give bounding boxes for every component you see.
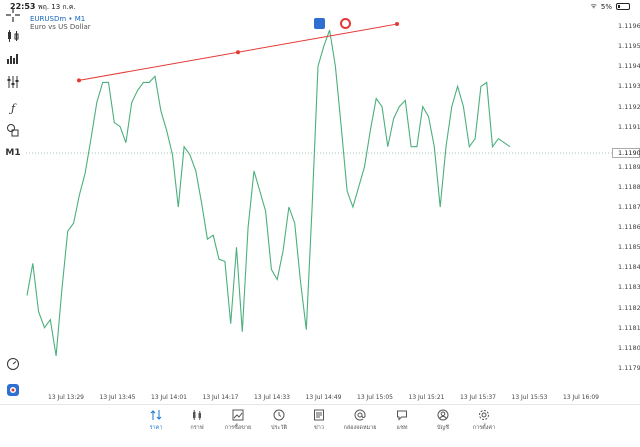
price-tick-label: 1.11860 — [618, 223, 640, 232]
tab-label: แชท — [396, 425, 408, 431]
time-tick-label: 13 Jul 15:21 — [408, 394, 445, 401]
tab-label: การซื้อขาย — [224, 425, 252, 431]
tab-mailbox[interactable]: กล่องจดหมาย — [340, 409, 380, 432]
price-tick-label: 1.11810 — [618, 323, 640, 332]
price-tick-label: 1.11870 — [618, 203, 640, 212]
tab-chat[interactable]: แชท — [382, 409, 422, 432]
tab-label: บัญชี — [437, 425, 449, 431]
tab-quotes[interactable]: ราคา — [136, 409, 176, 432]
trendline-handle-mid[interactable] — [236, 50, 240, 55]
trendline-handle-end[interactable] — [395, 22, 399, 27]
function-icon[interactable]: ƒ — [4, 100, 22, 116]
chat-icon — [397, 410, 407, 421]
price-tick-label: 1.11850 — [618, 243, 640, 252]
chart-area[interactable]: EURUSDm • M1 Euro vs US Dollar 1.119601.… — [0, 0, 640, 402]
up-down-arrows-icon — [150, 410, 162, 420]
price-tick-label: 1.11960 — [618, 22, 640, 31]
price-axis: 1.11960 1.11950 1.11940 1.11930 1.11920 1.119… — [612, 20, 640, 390]
history-icon — [273, 409, 285, 421]
bar-chart-icon[interactable] — [4, 50, 22, 66]
price-chart[interactable] — [0, 0, 640, 402]
trendline-handle-start[interactable] — [77, 78, 81, 83]
price-tick-label: 1.11790 — [618, 363, 640, 372]
time-tick-label: 13 Jul 14:33 — [254, 394, 290, 401]
tab-news[interactable]: ข่าว — [299, 409, 339, 432]
bottom-tab-bar: ราคา กราฟ การซื้อขาย ประวัติ ข่าว กล่องจ… — [0, 404, 640, 447]
time-tick-label: 13 Jul 14:01 — [151, 394, 187, 401]
speedometer-icon[interactable] — [4, 356, 22, 372]
candlestick-icon[interactable] — [4, 28, 22, 44]
news-icon — [314, 409, 324, 421]
tab-trade[interactable]: การซื้อขาย — [218, 409, 258, 432]
price-tick-label: 1.11800 — [618, 343, 640, 352]
tab-label: ข่าว — [314, 425, 324, 431]
tab-settings[interactable]: การตั้งค่า — [464, 409, 504, 432]
crosshair-icon[interactable] — [4, 7, 22, 23]
timeframe-selector[interactable]: M1 — [4, 145, 22, 161]
time-tick-label: 13 Jul 13:29 — [48, 394, 84, 401]
current-price-label: 1.11900 — [612, 148, 640, 158]
price-tick-label: 1.11820 — [618, 303, 640, 312]
tab-label: กล่องจดหมาย — [343, 425, 377, 431]
time-tick-label: 13 Jul 14:49 — [305, 394, 342, 401]
gear-icon — [479, 410, 489, 420]
time-tick-label: 13 Jul 15:37 — [460, 394, 496, 401]
time-tick-label: 13 Jul 15:05 — [357, 394, 393, 401]
trade-chart-icon — [232, 409, 244, 421]
tab-label: ประวัติ — [270, 425, 288, 431]
time-tick-label: 13 Jul 16:09 — [563, 394, 599, 401]
tab-chart[interactable]: กราฟ — [177, 409, 217, 432]
tab-history[interactable]: ประวัติ — [259, 409, 299, 432]
symbol-description: Euro vs US Dollar — [30, 23, 91, 31]
account-icon — [437, 409, 449, 421]
tab-label: การตั้งค่า — [472, 425, 496, 431]
candles-icon — [193, 410, 201, 420]
indicators-icon[interactable] — [4, 74, 22, 90]
symbol-label[interactable]: EURUSDm • M1 — [30, 15, 85, 23]
objects-icon[interactable] — [4, 122, 22, 138]
time-axis: 13 Jul 13:29 13 Jul 13:45 13 Jul 14:01 13 J… — [26, 394, 612, 404]
price-tick-label: 1.11950 — [618, 42, 640, 51]
tab-label: ราคา — [149, 425, 163, 431]
one-click-trading-icon[interactable] — [314, 18, 325, 29]
price-tick-label: 1.11880 — [618, 182, 640, 191]
time-tick-label: 13 Jul 14:17 — [202, 394, 239, 401]
tab-accounts[interactable]: บัญชี — [423, 409, 463, 432]
price-series-line — [26, 29, 511, 356]
price-tick-label: 1.11910 — [618, 122, 640, 131]
price-tick-label: 1.11940 — [618, 62, 640, 71]
price-tick-label: 1.11890 — [618, 162, 640, 171]
app-logo-icon[interactable] — [4, 382, 22, 398]
price-tick-label: 1.11840 — [618, 263, 640, 272]
chart-toolbar: ƒ M1 — [0, 8, 26, 400]
price-tick-label: 1.11930 — [618, 82, 640, 91]
indicator-icon[interactable] — [340, 18, 351, 29]
tab-label: กราฟ — [190, 425, 204, 431]
time-tick-label: 13 Jul 15:53 — [511, 394, 548, 401]
at-sign-icon — [354, 409, 366, 421]
price-tick-label: 1.11920 — [618, 102, 640, 111]
time-tick-label: 13 Jul 13:45 — [99, 394, 136, 401]
price-tick-label: 1.11830 — [618, 283, 640, 292]
